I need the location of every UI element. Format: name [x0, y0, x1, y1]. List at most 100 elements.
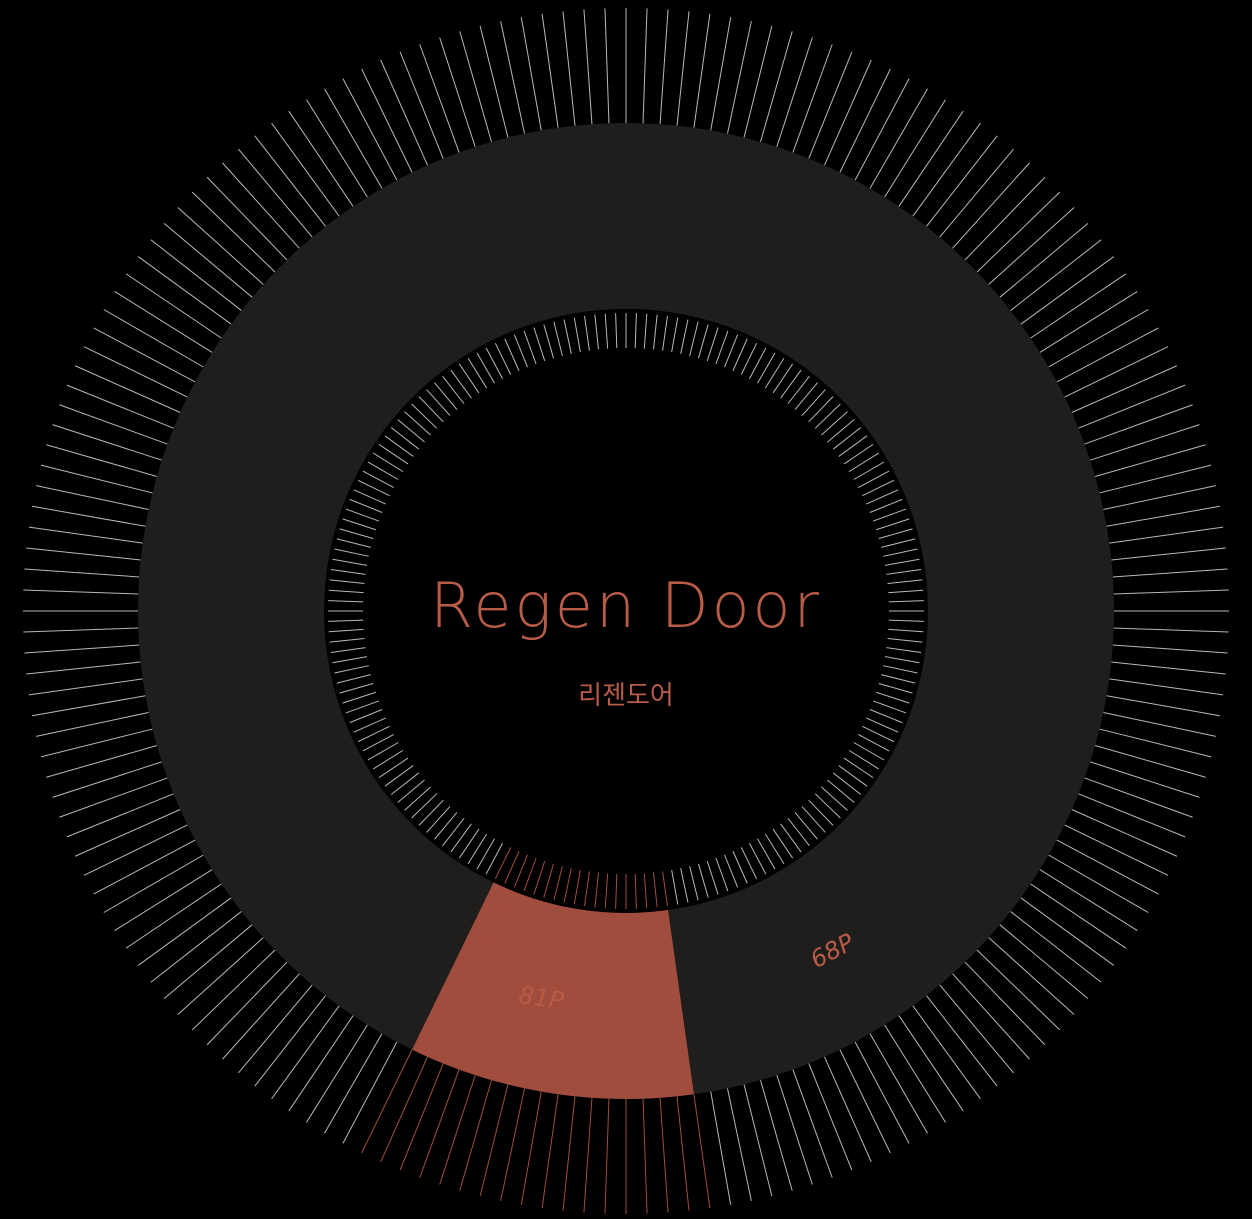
outer-tick	[83, 346, 188, 398]
inner-tick	[373, 749, 404, 770]
outer-tick	[839, 68, 891, 173]
outer-tick	[1084, 777, 1193, 818]
outer-tick	[604, 8, 610, 124]
outer-tick	[28, 678, 143, 696]
inner-tick	[604, 313, 609, 349]
outer-tick	[1103, 711, 1216, 737]
inner-tick	[458, 363, 480, 394]
inner-tick	[886, 647, 922, 653]
inner-tick	[584, 871, 590, 907]
inner-tick	[643, 873, 648, 909]
inner-tick	[787, 817, 810, 847]
outer-tick	[743, 25, 773, 138]
outer-tick	[743, 1084, 773, 1197]
inner-tick	[476, 352, 495, 384]
inner-tick	[884, 558, 920, 566]
outer-tick	[40, 728, 153, 758]
outer-tick	[583, 1097, 593, 1213]
outer-tick	[419, 44, 460, 153]
outer-tick	[380, 1056, 428, 1163]
inner-tick	[780, 823, 802, 853]
outer-tick	[776, 37, 813, 148]
inner-tick	[334, 665, 369, 674]
inner-tick	[872, 508, 907, 522]
inner-tick	[434, 382, 458, 410]
inner-tick	[887, 579, 923, 585]
inner-tick	[442, 375, 465, 405]
inner-tick	[458, 828, 480, 859]
inner-tick	[883, 548, 918, 557]
outer-tick	[1089, 424, 1200, 461]
inner-tick	[397, 779, 425, 803]
outer-tick	[776, 1074, 813, 1185]
outer-tick	[342, 78, 398, 181]
outer-tick	[541, 13, 559, 128]
inner-tick	[848, 749, 879, 770]
inner-tick	[772, 363, 794, 394]
inner-tick	[848, 452, 879, 473]
outer-tick	[676, 11, 690, 126]
inner-tick	[764, 358, 785, 389]
outer-tick	[1109, 526, 1224, 544]
outer-tick	[710, 17, 732, 131]
outer-tick	[23, 589, 139, 595]
inner-tick	[367, 461, 399, 480]
inner-tick	[418, 396, 444, 423]
inner-tick	[342, 518, 377, 531]
outer-tick	[824, 59, 872, 166]
inner-tick	[801, 389, 826, 416]
outer-tick	[500, 1088, 526, 1201]
outer-tick	[1056, 327, 1159, 383]
outer-tick	[1056, 839, 1159, 895]
outer-tick	[361, 68, 413, 173]
outer-tick	[676, 1096, 690, 1211]
outer-tick	[792, 44, 833, 153]
outer-tick	[74, 809, 181, 857]
inner-tick	[467, 833, 488, 864]
inner-tick	[404, 786, 431, 811]
outer-tick	[46, 444, 158, 477]
inner-tick	[615, 313, 618, 349]
outer-tick	[103, 309, 204, 368]
outer-tick	[361, 1049, 413, 1154]
outer-tick	[459, 31, 492, 143]
outer-tick	[439, 37, 476, 148]
inner-tick	[724, 854, 739, 888]
outer-tick	[1106, 505, 1220, 527]
inner-tick	[853, 461, 885, 480]
outer-tick	[808, 1063, 853, 1171]
inner-tick	[838, 435, 868, 457]
inner-tick	[680, 868, 689, 903]
outer-tick	[26, 661, 141, 675]
outer-tick	[1099, 728, 1212, 758]
inner-tick	[328, 628, 364, 633]
inner-tick	[426, 806, 451, 833]
inner-tick	[671, 317, 679, 353]
inner-tick	[523, 330, 537, 365]
inner-tick	[418, 799, 444, 826]
outer-tick	[32, 505, 146, 527]
outer-tick	[83, 824, 188, 876]
inner-tick	[671, 869, 679, 905]
outer-tick	[399, 1063, 444, 1171]
inner-tick	[689, 866, 699, 901]
inner-tick	[757, 352, 776, 384]
inner-tick	[330, 647, 366, 653]
outer-tick	[32, 695, 146, 717]
inner-tick	[881, 538, 916, 548]
inner-tick	[652, 872, 658, 908]
inner-tick	[843, 757, 874, 779]
inner-tick	[573, 869, 581, 905]
outer-tick	[1078, 793, 1186, 838]
inner-tick	[715, 330, 729, 365]
inner-tick	[467, 358, 488, 389]
outer-tick	[24, 568, 140, 578]
inner-tick	[384, 765, 414, 787]
inner-tick	[328, 619, 364, 622]
inner-tick	[523, 857, 537, 892]
outer-tick	[562, 1096, 576, 1211]
inner-tick	[888, 628, 924, 633]
outer-tick	[854, 1041, 910, 1144]
inner-tick	[888, 600, 924, 603]
inner-tick	[827, 419, 855, 443]
